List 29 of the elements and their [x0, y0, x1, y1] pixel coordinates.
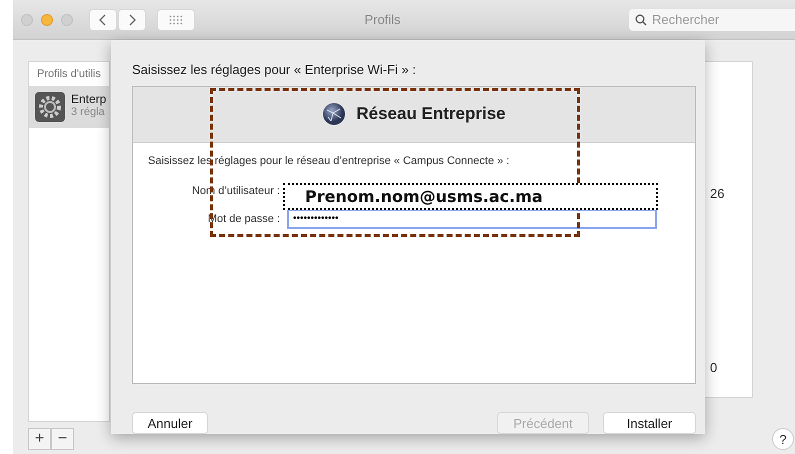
detail-value: 0 [710, 360, 718, 375]
chevron-left-icon [99, 14, 107, 26]
install-button[interactable]: Installer [603, 412, 696, 434]
close-button[interactable] [21, 14, 33, 26]
grid-icon [169, 14, 183, 24]
search-icon [635, 14, 647, 26]
sheet-title: Saisissez les réglages pour « Enterprise Wi-Fi » : [132, 62, 417, 79]
profile-name: Enterp [71, 92, 106, 106]
profile-item[interactable]: Enterp 3 régla [29, 86, 109, 128]
cancel-button[interactable]: Annuler [132, 412, 208, 434]
search-field[interactable]: Rechercher [629, 8, 795, 30]
chevron-right-icon [128, 14, 136, 26]
network-title: Réseau Entreprise [356, 104, 506, 124]
remove-button[interactable]: − [51, 428, 74, 450]
profile-detail: 3 régla [71, 106, 106, 118]
sidebar-header: Profils d'utilis [36, 67, 102, 82]
help-button[interactable]: ? [772, 428, 794, 450]
forward-button[interactable] [118, 8, 146, 30]
window-title: Profils [363, 12, 402, 27]
minimize-button[interactable] [41, 14, 53, 26]
globe-icon [322, 102, 346, 126]
annotation-text: Prenom.nom@usms.ac.ma [305, 187, 543, 206]
gear-icon [35, 92, 65, 122]
back-button[interactable] [89, 8, 117, 30]
add-button[interactable]: + [28, 428, 51, 450]
password-field[interactable]: ••••••••••••• [287, 208, 657, 229]
detail-value: 26 [710, 186, 724, 201]
show-all-button[interactable] [157, 8, 195, 30]
zoom-button[interactable] [61, 14, 73, 26]
